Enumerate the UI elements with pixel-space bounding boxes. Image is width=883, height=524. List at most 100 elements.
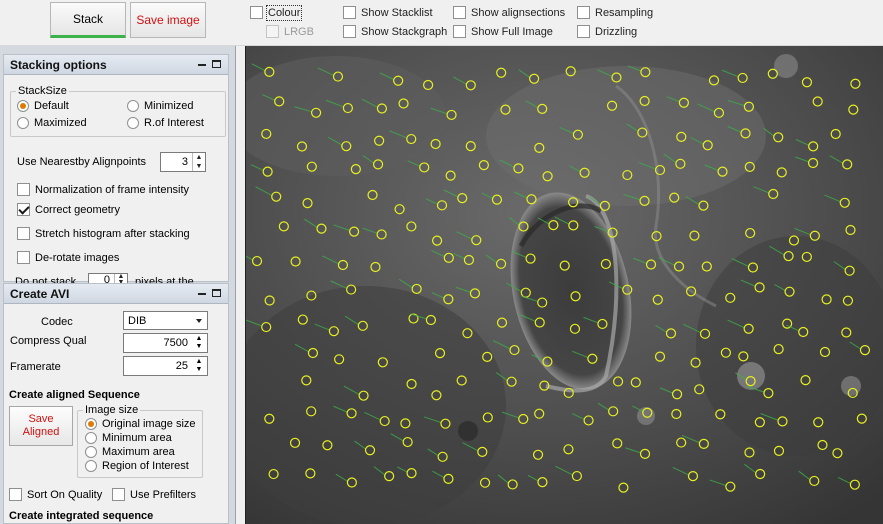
show-alignsections-label: Show alignsections xyxy=(471,6,566,19)
minimum-area-radio[interactable]: Minimum area xyxy=(85,432,172,444)
framerate-spinbox[interactable]: 25 ▲ ▼ xyxy=(123,356,208,376)
maximize-icon[interactable] xyxy=(212,60,221,68)
maximum-area-radio[interactable]: Maximum area xyxy=(85,446,175,458)
maximize-icon[interactable] xyxy=(212,289,221,297)
create-avi-header: Create AVI xyxy=(4,284,228,304)
lunar-image[interactable] xyxy=(246,46,883,524)
sort-on-quality-box[interactable] xyxy=(9,488,22,501)
correct-geometry-checkbox[interactable]: Correct geometry xyxy=(17,203,120,216)
colour-checkbox-label: Colour xyxy=(265,4,303,21)
resampling-checkbox[interactable]: Resampling xyxy=(577,6,653,19)
correct-geometry-label: Correct geometry xyxy=(35,203,120,216)
stacksize-roi-label: R.of Interest xyxy=(144,117,204,129)
compress-qual-spinbox[interactable]: 7500 ▲ ▼ xyxy=(123,333,208,353)
stacking-options-header: Stacking options xyxy=(4,55,228,75)
minimize-icon[interactable] xyxy=(198,64,206,66)
show-alignsections-checkbox[interactable]: Show alignsections xyxy=(453,6,565,19)
stacking-options-panel: Stacking options StackSize Default Minim… xyxy=(3,54,229,288)
image-size-group: Image size Original image size Minimum a… xyxy=(77,404,203,478)
nearest-alignpoints-value: 3 xyxy=(181,156,188,168)
up-down-arrows-icon[interactable]: ▲ ▼ xyxy=(191,334,207,352)
radio-maximum[interactable] xyxy=(85,446,97,458)
derotate-label: De-rotate images xyxy=(35,251,120,264)
show-stacklist-checkbox[interactable]: Show Stacklist xyxy=(343,6,433,19)
spinner-arrows-icon[interactable]: ▲▼ xyxy=(192,153,205,171)
stacksize-maximized-radio[interactable]: Maximized xyxy=(17,117,87,129)
framerate-value: 25 xyxy=(175,360,188,372)
maximum-area-label: Maximum area xyxy=(102,446,175,458)
stretch-histogram-label: Stretch histogram after stacking xyxy=(35,227,190,240)
stacksize-minimized-label: Minimized xyxy=(144,100,194,112)
framerate-label: Framerate xyxy=(10,361,61,373)
create-integrated-sequence-title: Create integrated sequence xyxy=(9,510,154,522)
left-sidebar: Stacking options StackSize Default Minim… xyxy=(0,46,236,524)
normalization-label: Normalization of frame intensity xyxy=(35,183,190,196)
stacksize-group-title: StackSize xyxy=(16,85,69,97)
minimum-area-label: Minimum area xyxy=(102,432,172,444)
radio-minimum[interactable] xyxy=(85,432,97,444)
stacksize-maximized-label: Maximized xyxy=(34,117,87,129)
show-stacklist-label: Show Stacklist xyxy=(361,6,433,19)
region-of-interest-label: Region of Interest xyxy=(102,460,189,472)
drizzling-label: Drizzling xyxy=(595,25,638,38)
radio-minimized[interactable] xyxy=(127,100,139,112)
stacking-options-title: Stacking options xyxy=(10,57,107,72)
codec-label: Codec xyxy=(41,316,73,328)
use-prefilters-label: Use Prefilters xyxy=(130,488,197,501)
colour-checkbox-box[interactable] xyxy=(250,6,263,19)
stack-button[interactable]: Stack xyxy=(50,2,126,38)
create-aligned-sequence-title: Create aligned Sequence xyxy=(9,389,140,401)
compress-qual-label: Compress Qual xyxy=(10,335,87,347)
stacksize-minimized-radio[interactable]: Minimized xyxy=(127,100,194,112)
stretch-histogram-checkbox[interactable]: Stretch histogram after stacking xyxy=(17,227,190,240)
nearest-alignpoints-label: Use Nearestby Alignpoints xyxy=(17,156,147,168)
stacksize-roi-radio[interactable]: R.of Interest xyxy=(127,117,204,129)
sort-on-quality-label: Sort On Quality xyxy=(27,488,103,501)
radio-maximized[interactable] xyxy=(17,117,29,129)
stretch-histogram-box[interactable] xyxy=(17,227,30,240)
minimize-icon[interactable] xyxy=(198,293,206,295)
show-full-image-box[interactable] xyxy=(453,25,466,38)
use-prefilters-checkbox[interactable]: Use Prefilters xyxy=(112,488,196,501)
normalization-box[interactable] xyxy=(17,183,30,196)
stacksize-default-label: Default xyxy=(34,100,69,112)
codec-select[interactable]: DIB xyxy=(123,311,208,330)
save-aligned-button[interactable]: Save Aligned xyxy=(9,406,73,446)
create-avi-title: Create AVI xyxy=(10,286,70,301)
lrgb-checkbox[interactable]: LRGB xyxy=(266,25,314,38)
up-down-arrows-icon[interactable]: ▲ ▼ xyxy=(191,357,207,375)
stacksize-default-radio[interactable]: Default xyxy=(17,100,69,112)
image-view[interactable] xyxy=(245,46,883,524)
show-stackgraph-label: Show Stackgraph xyxy=(361,25,448,38)
stacksize-group: StackSize Default Minimized Maximized R.… xyxy=(10,85,226,137)
toolbar: Stack Save image Colour LRGB Show Stackl… xyxy=(0,0,883,46)
lrgb-checkbox-label: LRGB xyxy=(284,25,314,38)
show-alignsections-box[interactable] xyxy=(453,6,466,19)
codec-value: DIB xyxy=(128,314,147,327)
radio-original[interactable] xyxy=(85,418,97,430)
original-size-label: Original image size xyxy=(102,418,196,430)
normalization-checkbox[interactable]: Normalization of frame intensity xyxy=(17,183,189,196)
radio-roi[interactable] xyxy=(127,117,139,129)
sort-on-quality-checkbox[interactable]: Sort On Quality xyxy=(9,488,102,501)
correct-geometry-box[interactable] xyxy=(17,203,30,216)
derotate-checkbox[interactable]: De-rotate images xyxy=(17,251,119,264)
show-stackgraph-checkbox[interactable]: Show Stackgraph xyxy=(343,25,447,38)
save-image-button[interactable]: Save image xyxy=(130,2,206,38)
show-stackgraph-box[interactable] xyxy=(343,25,356,38)
region-of-interest-radio[interactable]: Region of Interest xyxy=(85,460,189,472)
show-full-image-checkbox[interactable]: Show Full Image xyxy=(453,25,553,38)
lrgb-checkbox-box[interactable] xyxy=(266,25,279,38)
radio-region[interactable] xyxy=(85,460,97,472)
drizzling-checkbox[interactable]: Drizzling xyxy=(577,25,637,38)
colour-checkbox[interactable]: Colour xyxy=(250,4,303,21)
derotate-box[interactable] xyxy=(17,251,30,264)
create-avi-panel: Create AVI Codec DIB Compress Qual 7500 … xyxy=(3,283,229,524)
resampling-box[interactable] xyxy=(577,6,590,19)
show-stacklist-box[interactable] xyxy=(343,6,356,19)
nearest-alignpoints-spinner[interactable]: 3 ▲ ▼ xyxy=(160,152,206,172)
drizzling-box[interactable] xyxy=(577,25,590,38)
use-prefilters-box[interactable] xyxy=(112,488,125,501)
radio-default[interactable] xyxy=(17,100,29,112)
original-size-radio[interactable]: Original image size xyxy=(85,418,196,430)
